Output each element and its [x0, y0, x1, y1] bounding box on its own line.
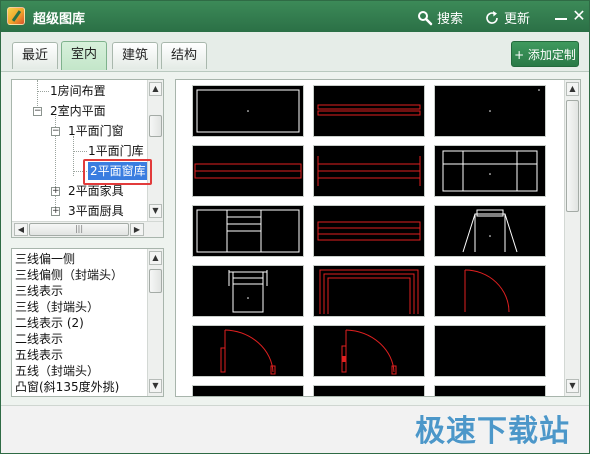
scroll-up-button[interactable]: ▲: [149, 251, 162, 265]
thumbnail-item[interactable]: [192, 145, 304, 197]
tab-architecture[interactable]: 建筑: [112, 42, 159, 69]
thumbnail-item[interactable]: [434, 205, 546, 257]
search-label: 搜索: [437, 12, 464, 27]
tree-node-interior-plan[interactable]: 2室内平面: [50, 101, 106, 121]
collapse-icon[interactable]: −: [51, 127, 60, 136]
thumbnail-item[interactable]: [192, 205, 304, 257]
tree-line: [73, 151, 87, 152]
selection-highlight: [83, 159, 152, 185]
scroll-thumb[interactable]: [149, 269, 162, 293]
close-button[interactable]: ✕: [571, 7, 587, 25]
thumbnail-item[interactable]: [313, 325, 425, 377]
scroll-down-button[interactable]: ▼: [149, 379, 162, 393]
grid-vertical-scrollbar[interactable]: ▲ ▼: [564, 80, 580, 396]
tree-vertical-scrollbar[interactable]: ▲ ▼: [147, 80, 163, 221]
thumbnail-item[interactable]: [313, 145, 425, 197]
expand-icon[interactable]: +: [51, 207, 60, 216]
list-item[interactable]: 三线（封端头）: [15, 299, 99, 315]
tab-interior[interactable]: 室内: [61, 41, 108, 70]
app-window: 超级图库 搜索 更新 ✕ 最近 室内 建筑 结构 + 添加定制 1房间布置 − …: [0, 0, 590, 454]
watermark-text: 极速下载站: [415, 414, 570, 449]
thumbnail-item[interactable]: [192, 385, 304, 396]
thumbnail-item[interactable]: [313, 85, 425, 137]
thumbnail-item[interactable]: [313, 265, 425, 317]
close-icon: ✕: [572, 6, 586, 25]
list-item[interactable]: 三线表示: [15, 283, 63, 299]
list-item[interactable]: 三线偏一侧: [15, 251, 75, 267]
category-tab-bar: 最近 室内 建筑 结构 + 添加定制: [1, 32, 589, 72]
tree-node-plan-kitchen[interactable]: 3平面厨具: [68, 201, 124, 221]
thumbnail-item[interactable]: [192, 85, 304, 137]
thumbnail-item[interactable]: [434, 85, 546, 137]
expand-icon[interactable]: +: [51, 187, 60, 196]
minimize-button[interactable]: [554, 10, 568, 22]
search-button[interactable]: 搜索: [417, 8, 463, 27]
tab-structure[interactable]: 结构: [161, 42, 208, 69]
list-item[interactable]: 二线表示: [15, 331, 63, 347]
tab-label: 建筑: [122, 48, 149, 63]
list-item[interactable]: 五线（封端头）: [15, 363, 99, 379]
list-item[interactable]: 凸窗(斜135度外挑): [15, 379, 119, 395]
tree-node-door-library[interactable]: 1平面门库: [88, 141, 144, 161]
tab-label: 最近: [22, 48, 49, 63]
collapse-icon[interactable]: −: [33, 107, 42, 116]
list-vertical-scrollbar[interactable]: ▲ ▼: [147, 249, 163, 396]
thumbnail-item[interactable]: [434, 385, 546, 396]
thumbnail-item[interactable]: [434, 265, 546, 317]
scroll-right-button[interactable]: ▶: [130, 223, 144, 236]
thumbnail-item[interactable]: [434, 145, 546, 197]
scroll-up-button[interactable]: ▲: [149, 82, 162, 96]
tab-label: 结构: [171, 48, 198, 63]
tab-label: 室内: [71, 47, 98, 62]
list-item[interactable]: 三线偏侧（封端头）: [15, 267, 123, 283]
tree-line: [37, 91, 49, 92]
search-icon: [418, 10, 433, 25]
list-item[interactable]: 二线表示 (2): [15, 315, 84, 331]
list-item[interactable]: 五线表示: [15, 347, 63, 363]
scroll-thumb[interactable]: [566, 100, 579, 212]
scroll-left-button[interactable]: ◀: [14, 223, 28, 236]
tree-horizontal-scrollbar[interactable]: ◀ ||| ▶: [12, 221, 163, 237]
app-logo-icon: [7, 7, 25, 25]
tab-recent[interactable]: 最近: [12, 42, 59, 69]
tree-node-room-layout[interactable]: 1房间布置: [50, 81, 106, 101]
tree-node-plan-doors-windows[interactable]: 1平面门窗: [68, 121, 124, 141]
scroll-thumb[interactable]: [149, 115, 162, 137]
refresh-button[interactable]: 更新: [484, 8, 530, 27]
item-list[interactable]: 三线偏一侧 三线偏侧（封端头） 三线表示 三线（封端头） 二线表示 (2) 二线…: [11, 248, 164, 397]
thumbnail-item[interactable]: [434, 325, 546, 377]
window-title: 超级图库: [33, 12, 86, 27]
thumbnail-item[interactable]: [192, 265, 304, 317]
scroll-up-button[interactable]: ▲: [566, 82, 579, 96]
tree-line: [73, 136, 74, 176]
scroll-thumb[interactable]: |||: [29, 223, 129, 236]
scroll-down-button[interactable]: ▼: [149, 204, 162, 218]
scroll-down-button[interactable]: ▼: [566, 379, 579, 393]
thumbnail-grid[interactable]: ▲ ▼: [175, 79, 581, 397]
thumbnail-item[interactable]: [313, 385, 425, 396]
title-bar: 超级图库 搜索 更新 ✕: [1, 1, 589, 32]
thumbnail-item[interactable]: [192, 325, 304, 377]
refresh-label: 更新: [504, 12, 531, 27]
add-custom-button[interactable]: + 添加定制: [511, 41, 579, 67]
thumbnail-item[interactable]: [313, 205, 425, 257]
refresh-icon: [486, 10, 498, 24]
